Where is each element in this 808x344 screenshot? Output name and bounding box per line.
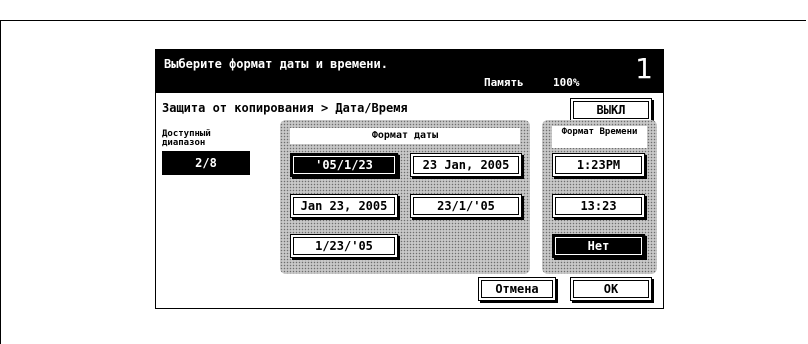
- time-option-label: Нет: [587, 239, 610, 253]
- time-option-label: 1:23PM: [576, 158, 621, 172]
- time-option-24h[interactable]: 13:23: [552, 194, 645, 218]
- date-option-label: 1/23/'05: [315, 239, 373, 253]
- date-option-m-d-yy[interactable]: 1/23/'05: [290, 234, 398, 258]
- time-option-label: 13:23: [580, 199, 617, 213]
- memory-label: Память: [484, 76, 524, 89]
- off-button[interactable]: ВЫКЛ: [570, 98, 652, 122]
- ok-button-label: OK: [603, 282, 619, 296]
- date-option-mon-d-yyyy[interactable]: Jan 23, 2005: [290, 194, 398, 218]
- settings-panel: Выберите формат даты и времени. Память 1…: [155, 49, 664, 309]
- cancel-button-label: Отмена: [495, 282, 539, 296]
- date-format-title: Формат даты: [290, 128, 520, 144]
- off-button-label: ВЫКЛ: [596, 103, 626, 117]
- instruction-text: Выберите формат даты и времени.: [164, 57, 388, 71]
- range-value: 2/8: [162, 151, 250, 175]
- copies-count: 1: [635, 52, 653, 85]
- date-option-label: 23 Jan, 2005: [422, 158, 510, 172]
- date-option-yy-m-d[interactable]: '05/1/23: [290, 153, 398, 177]
- cancel-button[interactable]: Отмена: [478, 277, 556, 301]
- date-option-d-m-yy[interactable]: 23/1/'05: [410, 194, 522, 218]
- breadcrumb: Защита от копирования > Дата/Время: [162, 101, 408, 115]
- date-option-label: Jan 23, 2005: [300, 199, 388, 213]
- date-option-label: '05/1/23: [315, 158, 373, 172]
- time-format-group: Формат Времени 1:23PM 13:23 Нет: [542, 120, 657, 274]
- range-label: Доступный диапазон: [162, 129, 211, 148]
- memory-value: 100%: [553, 76, 580, 89]
- date-format-group: Формат даты '05/1/23 23 Jan, 2005 Jan 23…: [280, 120, 530, 274]
- time-option-12h[interactable]: 1:23PM: [552, 153, 645, 177]
- message-bar: Выберите формат даты и времени. Память 1…: [156, 50, 663, 93]
- ok-button[interactable]: OK: [570, 277, 652, 301]
- date-option-label: 23/1/'05: [437, 199, 495, 213]
- date-option-d-mon-yyyy[interactable]: 23 Jan, 2005: [410, 153, 522, 177]
- time-format-title: Формат Времени: [552, 126, 647, 148]
- time-option-none[interactable]: Нет: [552, 234, 645, 258]
